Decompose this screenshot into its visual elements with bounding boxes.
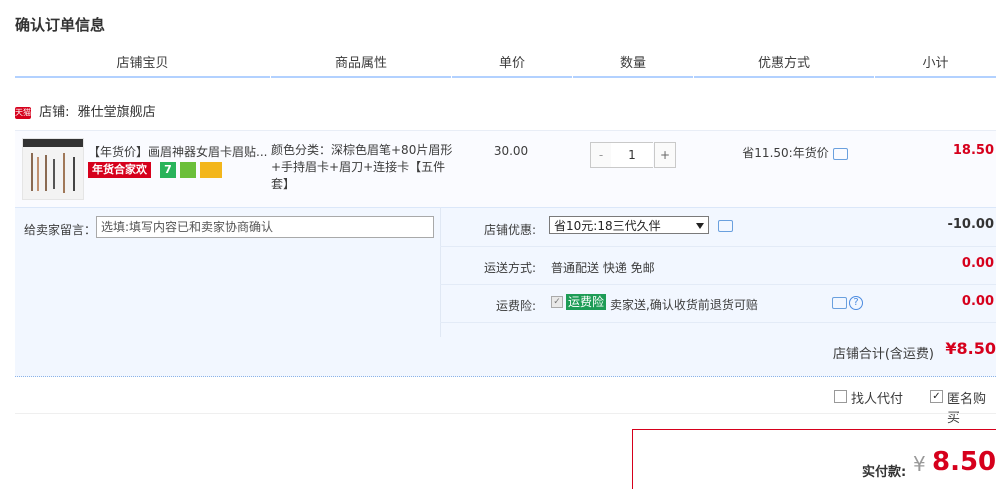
table-header: 店铺宝贝 商品属性 单价 数量 优惠方式 小计 (15, 52, 996, 78)
item-name-link[interactable]: 【年货价】画眉神器女眉卡眉贴... (88, 143, 268, 161)
shop-label: 店铺: (39, 105, 70, 120)
dropdown-arrow-icon (696, 223, 704, 229)
insurance-text: 卖家送,确认收货前退货可赔 (610, 298, 758, 312)
credit-card-icon (200, 162, 222, 178)
quantity-input[interactable]: 1 (611, 142, 653, 168)
item-attributes: 颜色分类：深棕色眉笔+80片眉形+手持眉卡+眉刀+连接卡【五件套】 (271, 143, 453, 191)
discount-text: 省11.50:年货价 (742, 146, 829, 160)
payment-amount: 8.50 (932, 447, 996, 477)
shipping-method: 普通配送 快递 免邮 (551, 261, 655, 275)
item-thumbnail[interactable] (22, 138, 84, 200)
tmall-icon: 天猫 (15, 106, 31, 119)
shipping-label: 运送方式: (483, 261, 536, 275)
quantity-decrease-button[interactable]: - (590, 142, 612, 168)
promo-badge: 年货合家欢 (88, 162, 151, 178)
shop-total-label: 店铺合计(含运费) (832, 347, 934, 362)
anonymous-checkbox[interactable]: ✓ (930, 390, 943, 403)
chat-icon[interactable] (718, 219, 733, 232)
unit-price: 30.00 (493, 144, 529, 158)
message-input[interactable]: 选填:填写内容已和卖家协商确认 (96, 216, 434, 238)
shop-discount-selected: 省10元:18三代久伴 (554, 219, 661, 233)
payment-currency: ¥ (913, 452, 926, 476)
col-attributes: 商品属性 (334, 56, 387, 71)
payment-label: 实付款: (862, 465, 907, 480)
item-discount: 省11.50:年货价 (720, 144, 870, 161)
proxy-pay-checkbox[interactable] (834, 390, 847, 403)
insurance-checkbox: ✓ (551, 296, 563, 308)
shop-row: 天猫 店铺: 雅仕堂旗舰店 (15, 102, 156, 124)
insurance-label: 运费险: (495, 299, 536, 313)
proxy-pay-label[interactable]: 找人代付 (851, 388, 903, 407)
guarantee-icon (180, 162, 196, 178)
col-quantity: 数量 (619, 56, 646, 71)
col-unit-price: 单价 (498, 56, 525, 71)
item-subtotal: 18.50 (952, 143, 994, 158)
insurance-badge: 运费险 (566, 294, 607, 310)
page-title: 确认订单信息 (15, 16, 106, 34)
col-subtotal: 小计 (922, 56, 949, 71)
seven-day-return-icon: 7 (160, 162, 176, 178)
message-label: 给卖家留言： (24, 223, 97, 237)
help-icon[interactable]: ? (849, 295, 863, 310)
shop-discount-label: 店铺优惠: (483, 223, 536, 237)
shop-name-link[interactable]: 雅仕堂旗舰店 (78, 105, 156, 120)
shop-total-value: ¥8.50 (945, 339, 996, 358)
col-shop-item: 店铺宝贝 (116, 56, 169, 71)
anonymous-label[interactable]: 匿名购买 (947, 388, 996, 426)
shop-discount-select[interactable]: 省10元:18三代久伴 (549, 216, 709, 234)
quantity-increase-button[interactable]: + (654, 142, 676, 168)
chat-icon[interactable] (832, 147, 848, 160)
shop-discount-value: -10.00 (947, 217, 994, 232)
insurance-value: 0.00 (961, 294, 994, 309)
shipping-value: 0.00 (961, 256, 994, 271)
chat-icon[interactable] (832, 296, 847, 309)
col-discount: 优惠方式 (757, 56, 810, 71)
